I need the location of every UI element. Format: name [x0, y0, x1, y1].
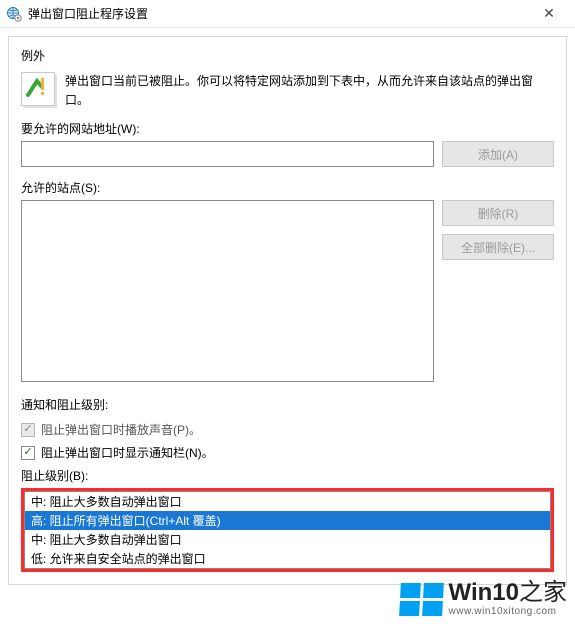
block-level-option[interactable]: 中: 阻止大多数自动弹出窗口	[25, 492, 550, 511]
exceptions-label: 例外	[21, 47, 554, 64]
show-bar-checkbox-row[interactable]: ✓ 阻止弹出窗口时显示通知栏(N)。	[21, 444, 554, 461]
block-level-label: 阻止级别(B):	[21, 467, 554, 484]
globe-settings-icon	[6, 6, 22, 22]
highlight-frame: 中: 阻止大多数自动弹出窗口高: 阻止所有弹出窗口(Ctrl+Alt 覆盖)中:…	[21, 488, 554, 572]
windows-logo-icon	[399, 583, 444, 616]
block-level-option[interactable]: 高: 阻止所有弹出窗口(Ctrl+Alt 覆盖)	[25, 511, 550, 530]
block-level-dropdown[interactable]: 中: 阻止大多数自动弹出窗口高: 阻止所有弹出窗口(Ctrl+Alt 覆盖)中:…	[24, 491, 551, 569]
play-sound-label: 阻止弹出窗口时播放声音(P)。	[41, 421, 201, 438]
block-level-option[interactable]: 低: 允许来自安全站点的弹出窗口	[25, 549, 550, 568]
remove-all-button[interactable]: 全部删除(E)...	[442, 234, 554, 260]
notify-label: 通知和阻止级别:	[21, 396, 554, 413]
play-sound-checkbox[interactable]: ✓	[21, 423, 35, 437]
popup-blocked-icon	[21, 72, 55, 106]
watermark-url: www.win10xitong.com	[449, 607, 567, 617]
block-level-option[interactable]: 中: 阻止大多数自动弹出窗口	[25, 530, 550, 549]
intro-text: 弹出窗口当前已被阻止。你可以将特定网站添加到下表中，从而允许来自该站点的弹出窗口…	[65, 72, 554, 110]
show-bar-label: 阻止弹出窗口时显示通知栏(N)。	[41, 444, 214, 461]
show-bar-checkbox[interactable]: ✓	[21, 446, 35, 460]
add-button[interactable]: 添加(A)	[442, 141, 554, 167]
watermark: Win10之家 www.win10xitong.com	[400, 581, 567, 617]
titlebar: 弹出窗口阻止程序设置 ✕	[0, 0, 575, 28]
allowed-sites-list[interactable]	[21, 200, 434, 382]
close-button[interactable]: ✕	[529, 0, 569, 28]
intro-row: 弹出窗口当前已被阻止。你可以将特定网站添加到下表中，从而允许来自该站点的弹出窗口…	[21, 72, 554, 110]
notify-section: 通知和阻止级别: ✓ 阻止弹出窗口时播放声音(P)。 ✓ 阻止弹出窗口时显示通知…	[21, 396, 554, 572]
window-title: 弹出窗口阻止程序设置	[28, 5, 529, 22]
allowed-sites-label: 允许的站点(S):	[21, 179, 554, 196]
address-label: 要允许的网站地址(W):	[21, 120, 554, 137]
address-input[interactable]	[21, 141, 434, 167]
play-sound-checkbox-row[interactable]: ✓ 阻止弹出窗口时播放声音(P)。	[21, 421, 554, 438]
exceptions-group: 例外 弹出窗口当前已被阻止。你可以将特定网站添加到下表中，从而允许来自该站点的弹…	[8, 36, 567, 585]
remove-button[interactable]: 删除(R)	[442, 200, 554, 226]
